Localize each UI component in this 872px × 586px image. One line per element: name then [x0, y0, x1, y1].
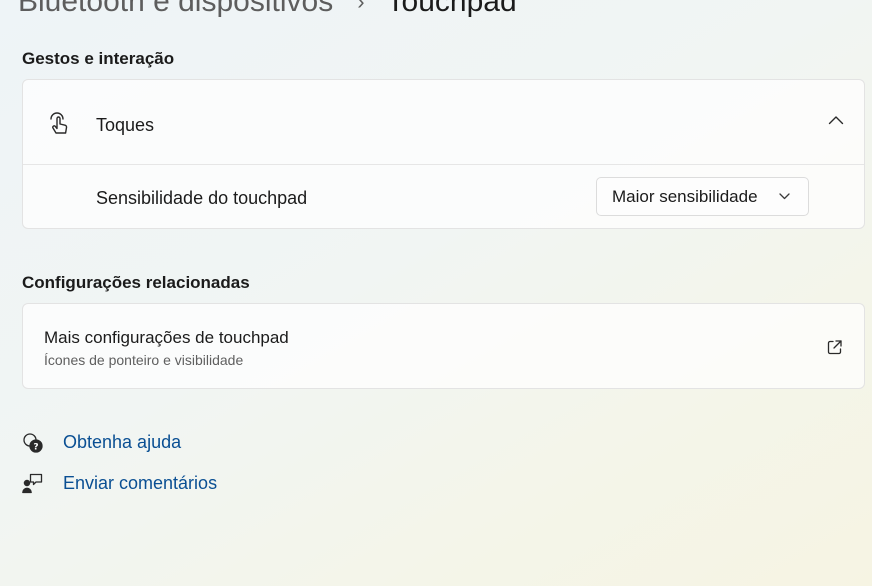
taps-card: Toques Sensibilidade do touchpad Maior s…: [22, 79, 865, 229]
section-title-related: Configurações relacionadas: [22, 273, 250, 292]
get-help-row[interactable]: ? Obtenha ajuda: [22, 432, 181, 453]
help-icon: ?: [23, 433, 43, 453]
get-help-link[interactable]: Obtenha ajuda: [63, 432, 181, 453]
page-title: Touchpad: [386, 0, 517, 18]
touchpad-sensitivity-label: Sensibilidade do touchpad: [96, 188, 308, 208]
open-external-icon: [827, 340, 842, 355]
sensitivity-dropdown-value: Maior sensibilidade: [612, 187, 758, 206]
breadcrumb: Bluetooth e dispositivos › Touchpad: [18, 0, 517, 19]
more-settings-title: Mais configurações de touchpad: [44, 328, 289, 347]
section-title-gestures: Gestos e interação: [22, 49, 175, 68]
feedback-row[interactable]: Enviar comentários: [22, 473, 217, 494]
sensitivity-dropdown[interactable]: Maior sensibilidade: [596, 177, 809, 216]
svg-text:?: ?: [33, 443, 38, 453]
breadcrumb-parent[interactable]: Bluetooth e dispositivos: [18, 0, 333, 19]
more-touchpad-settings-link[interactable]: Mais configurações de touchpad Ícones de…: [22, 303, 865, 389]
breadcrumb-separator: ›: [357, 0, 365, 14]
feedback-icon: [22, 473, 43, 494]
chevron-down-icon: [779, 193, 790, 200]
taps-expander-header[interactable]: Toques: [23, 80, 864, 165]
send-feedback-link[interactable]: Enviar comentários: [63, 473, 217, 494]
taps-label: Toques: [96, 115, 155, 135]
chevron-up-icon[interactable]: [828, 115, 844, 125]
more-settings-subtitle: Ícones de ponteiro e visibilidade: [44, 352, 244, 368]
tap-hand-icon: [50, 112, 68, 134]
